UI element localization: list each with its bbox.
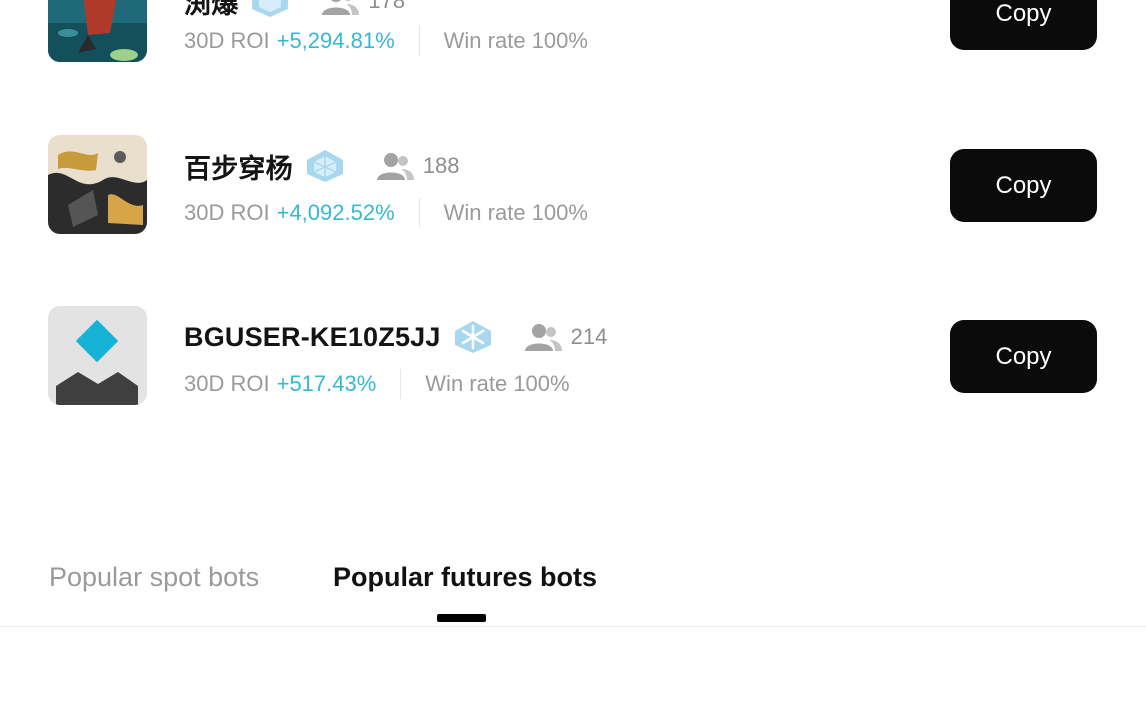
diamond-badge-icon [306,150,343,182]
trader-name: 百步穿杨 [184,153,293,184]
roi-label: 30D ROI [184,371,270,396]
trader-stats: 30D ROI +4,092.52% Win rate 100% [184,197,588,229]
tab-popular-spot-bots[interactable]: Popular spot bots [49,562,259,593]
copy-trading-page: 渕爆 178 30D ROI +5,294.81% Win rate 100% … [0,0,1146,716]
diamond-badge-icon [252,0,289,17]
trader-stats: 30D ROI +517.43% Win rate 100% [184,368,570,400]
win-rate: Win rate 100% [425,371,570,396]
followers-count-group: 178 [320,0,405,16]
anime-character-avatar-icon [48,0,147,62]
tab-popular-futures-bots[interactable]: Popular futures bots [333,562,597,593]
copy-button[interactable]: Copy [950,149,1097,222]
default-user-avatar-icon [48,306,147,405]
trader-stats: 30D ROI +5,294.81% Win rate 100% [184,25,588,57]
users-icon [376,153,414,180]
trader-name-line: 渕爆 178 [184,0,405,21]
followers-count: 188 [422,153,460,178]
win-rate: Win rate 100% [443,28,588,53]
trader-row[interactable]: 渕爆 178 30D ROI +5,294.81% Win rate 100% … [0,0,1146,65]
trader-avatar[interactable] [48,0,147,62]
roi-value: +5,294.81% [276,28,395,53]
trader-name-line: BGUSER-KE10Z5JJ 214 [184,317,607,357]
roi-label: 30D ROI [184,200,270,225]
trader-row[interactable]: 百步穿杨 188 30D ROI +4,092.52% Win rate 100… [0,130,1146,240]
roi-value: +517.43% [276,371,377,396]
roi-label: 30D ROI [184,28,270,53]
followers-count: 178 [368,0,406,13]
copy-button[interactable]: Copy [950,320,1097,393]
trader-row[interactable]: BGUSER-KE10Z5JJ 214 30D ROI +517.43% Win… [0,301,1146,411]
trader-avatar[interactable] [48,135,147,234]
followers-count-group: 214 [523,322,608,352]
roi-value: +4,092.52% [276,200,395,225]
snowflake-badge-icon [454,321,491,353]
trader-name-line: 百步穿杨 188 [184,146,460,186]
win-rate: Win rate 100% [443,200,588,225]
trader-avatar[interactable] [48,306,147,405]
trader-name: 渕爆 [184,0,239,19]
stats-divider [418,198,420,228]
followers-count-group: 188 [375,151,460,181]
ink-painting-avatar-icon [48,135,147,234]
followers-count: 214 [570,324,608,349]
stats-divider [418,26,420,56]
trader-name: BGUSER-KE10Z5JJ [184,321,441,352]
users-icon [524,324,562,351]
users-icon [322,0,360,15]
bot-tabs: Popular spot bots Popular futures bots [0,548,1146,627]
copy-button[interactable]: Copy [950,0,1097,50]
stats-divider [400,369,402,399]
active-tab-indicator [437,614,486,622]
